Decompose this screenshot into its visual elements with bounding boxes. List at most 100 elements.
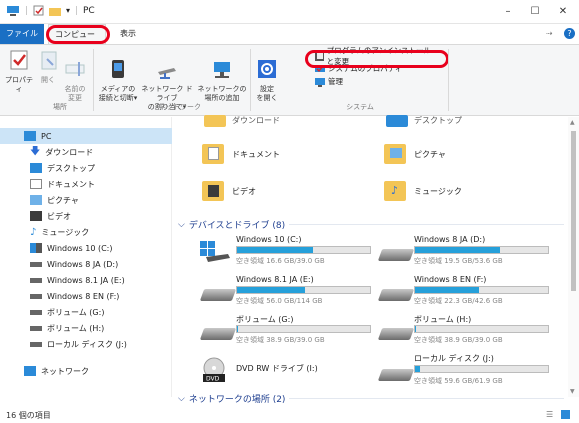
usage-bar-fill [415,287,479,293]
section-header-network[interactable]: ⌵ ネットワークの場所 (2) [178,392,564,405]
drive-item-g[interactable]: ボリューム (G:) 空き領域 38.9 GB/39.0 GB [196,314,376,348]
sidebar-label: ボリューム (H:) [47,323,105,333]
sidebar-label: PC [41,131,52,141]
drive-label: ボリューム (H:) [414,315,472,324]
sidebar-item-drive-f[interactable]: Windows 8 EN (F:) [30,288,119,304]
sidebar-item-drive-h[interactable]: ボリューム (H:) [30,320,104,336]
drive-label: Windows 10 (C:) [236,235,302,244]
sidebar-item-drive-e[interactable]: Windows 8.1 JA (E:) [30,272,125,288]
sidebar-item-drive-g[interactable]: ボリューム (G:) [30,304,104,320]
section-header-drives[interactable]: ⌵ デバイスとドライブ (8) [178,218,564,231]
manage-label: 管理 [328,77,343,86]
large-icons-view-icon[interactable] [561,410,570,419]
section-title: ネットワークの場所 (2) [188,395,286,405]
manage-button[interactable]: 管理 [286,75,436,88]
sidebar-item-downloads[interactable]: 🡇 ダウンロード [30,144,93,160]
pc-icon[interactable] [6,5,20,16]
group-separator [93,49,94,111]
drive-icon [377,328,415,340]
pc-icon [24,131,36,141]
drive-item-d[interactable]: Windows 8 JA (D:) 空き領域 19.5 GB/53.6 GB [374,235,554,269]
properties-icon[interactable] [33,5,44,16]
usage-bar-fill [237,287,305,293]
usage-bar [236,246,371,254]
windows-drive-icon [200,241,230,262]
drive-label: DVD RW ドライブ (I:) [236,364,318,373]
details-view-icon[interactable]: ☰ [546,410,553,419]
sidebar-label: ピクチャ [47,195,79,205]
folder-item-downloads[interactable]: ダウンロード [204,115,280,127]
folder-icon[interactable] [49,6,62,16]
usage-bar-fill [415,247,501,253]
drive-icon [199,328,237,340]
folder-item-music[interactable]: ♪ ミュージック [384,181,462,201]
vertical-scrollbar[interactable]: ▲ ▼ [568,117,579,397]
free-space-text: 空き領域 59.6 GB/61.9 GB [414,377,503,385]
folder-item-videos[interactable]: ビデオ [202,181,256,201]
videos-folder-icon [202,181,224,201]
windows-drive-icon [30,243,42,253]
item-count: 16 個の項目 [6,411,51,420]
sidebar-label: デスクトップ [47,163,95,173]
open-settings-button[interactable]: 設定 を開く [254,49,280,112]
open-button[interactable]: 開く [38,49,58,85]
sidebar-item-music[interactable]: ♪ ミュージック [30,224,89,240]
sidebar-item-drive-j[interactable]: ローカル ディスク (J:) [30,336,127,352]
drive-item-f[interactable]: Windows 8 EN (F:) 空き領域 22.3 GB/42.6 GB [374,275,554,309]
folder-label: ダウンロード [232,116,280,125]
drive-label: ボリューム (G:) [236,315,294,324]
separator: | [75,5,79,16]
add-network-label: ネットワークの 場所の追加 [197,85,247,102]
drive-item-dvd[interactable]: DVD DVD RW ドライブ (I:) [196,355,376,389]
folder-item-pictures[interactable]: ピクチャ [384,144,446,164]
media-button[interactable]: メディアの 接続と切断▾ [98,49,138,112]
sidebar-item-network[interactable]: ネットワーク [24,363,89,379]
documents-folder-icon [202,144,224,164]
network-icon [24,366,36,376]
tab-file[interactable]: ファイル [0,24,44,44]
maximize-button[interactable]: ☐ [527,6,543,18]
usage-bar-fill [415,366,421,372]
close-button[interactable]: ✕ [555,6,571,18]
drive-icon [30,325,42,331]
desktop-icon [30,163,42,173]
sidebar-item-drive-c[interactable]: Windows 10 (C:) [30,240,113,256]
drive-icon [30,309,42,315]
sidebar-item-videos[interactable]: ビデオ [30,208,71,224]
properties-label: プロパティ [5,76,33,93]
scroll-up-icon[interactable]: ▲ [570,119,575,126]
drive-icon [377,289,415,301]
free-space-text: 空き領域 16.6 GB/39.0 GB [236,257,325,265]
sidebar-item-documents[interactable]: ドキュメント [30,176,95,192]
tab-view[interactable]: 表示 [114,24,142,44]
drive-item-e[interactable]: Windows 8.1 JA (E:) 空き領域 56.0 GB/114 GB [196,275,376,309]
separator: | [25,5,29,16]
free-space-text: 空き領域 22.3 GB/42.6 GB [414,297,503,305]
content-pane: ダウンロード デスクトップ ドキュメント ピクチャ ビデオ ♪ ミュージック ⌵… [174,115,568,405]
open-icon [41,51,57,70]
folder-label: ビデオ [232,186,256,196]
drive-item-h[interactable]: ボリューム (H:) 空き領域 38.9 GB/39.0 GB [374,314,554,348]
minimize-button[interactable]: – [500,6,516,18]
download-icon: 🡇 [30,145,41,157]
properties-button[interactable]: プロパティ [4,49,34,94]
drive-item-j[interactable]: ローカル ディスク (J:) 空き領域 59.6 GB/61.9 GB [374,353,554,389]
sidebar-item-pictures[interactable]: ピクチャ [30,192,79,208]
collapse-ribbon-icon[interactable]: ⇢ [546,29,553,38]
sidebar-label: ボリューム (G:) [47,307,105,317]
help-icon[interactable]: ? [564,28,575,39]
drive-item-c[interactable]: Windows 10 (C:) 空き領域 16.6 GB/39.0 GB [196,235,376,269]
folder-item-desktop[interactable]: デスクトップ [386,115,462,127]
map-drive-icon [158,68,176,79]
qat-dropdown-icon[interactable]: ▾ [66,6,70,15]
pictures-folder-icon [384,144,406,164]
scroll-down-icon[interactable]: ▼ [570,388,575,395]
sidebar-item-drive-d[interactable]: Windows 8 JA (D:) [30,256,118,272]
ribbon-tabs: ファイル コンピューター 表示 ⇢ ? [0,24,579,59]
scroll-thumb[interactable] [571,131,576,291]
sidebar-label: ビデオ [47,211,71,221]
folder-item-documents[interactable]: ドキュメント [202,144,280,164]
sidebar-item-desktop[interactable]: デスクトップ [30,160,95,176]
sidebar-item-pc[interactable]: PC [24,128,51,144]
folder-label: ミュージック [414,186,462,196]
